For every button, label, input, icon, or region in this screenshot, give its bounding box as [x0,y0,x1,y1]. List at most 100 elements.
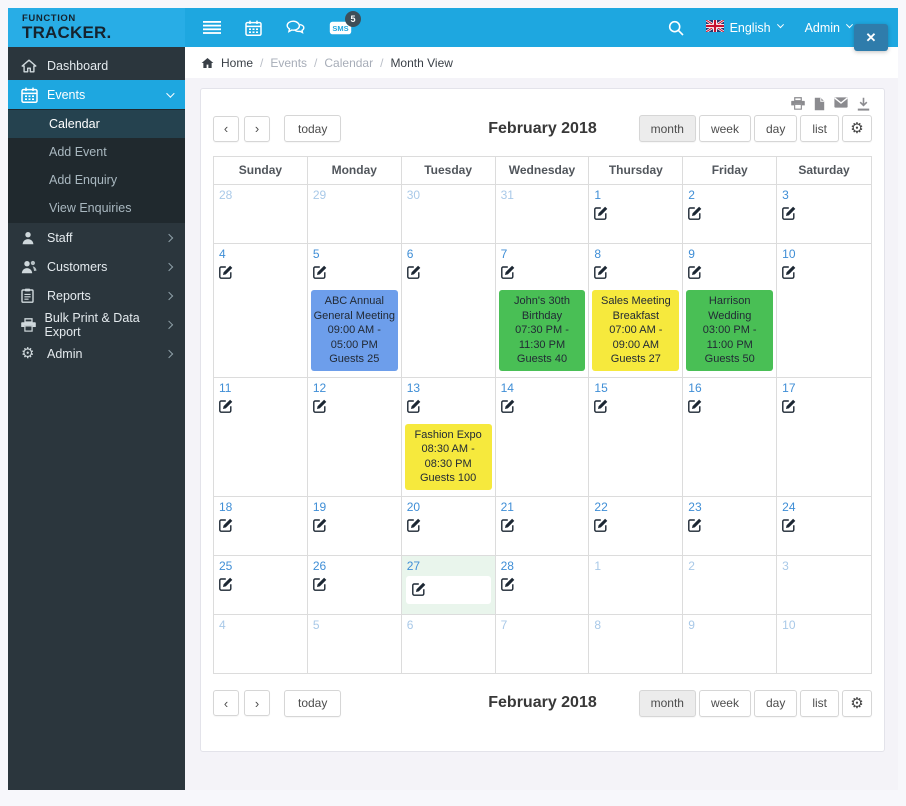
calendar-cell[interactable]: 6 [402,614,496,673]
calendar-cell[interactable]: 14 [496,377,590,496]
calendar-cell[interactable]: 1 [589,555,684,614]
sidebar-subitem-add-event[interactable]: Add Event [8,138,185,166]
calendar-cell[interactable]: 6 [402,244,496,377]
edit-event-icon[interactable] [782,399,796,413]
calendar-cell[interactable]: 7 [496,614,590,673]
sidebar-item-bulk-print-data-export[interactable]: Bulk Print & Data Export [8,310,185,339]
calendar-cell[interactable]: 5 [308,614,402,673]
prev-button[interactable]: ‹ [213,690,239,717]
menu-button[interactable] [203,21,221,34]
calendar-cell[interactable]: 10 [777,244,871,377]
calendar-cell[interactable]: 23 [683,496,778,555]
edit-event-icon[interactable] [312,518,327,532]
calendar-cell[interactable]: 17 [777,378,871,496]
edit-event-icon[interactable] [500,577,515,591]
sidebar-item-customers[interactable]: Customers [8,252,185,281]
calendar-cell[interactable]: 1 [589,185,684,243]
edit-event-icon[interactable] [500,399,515,413]
export-file-button[interactable] [814,97,825,111]
edit-event-icon[interactable] [688,265,702,279]
calendar-cell[interactable]: 4 [214,614,308,673]
view-button-day[interactable]: day [753,689,798,717]
search-button[interactable] [668,20,684,36]
view-button-week[interactable]: week [698,115,751,142]
calendar-cell[interactable]: 25 [214,555,308,614]
calendar-cell[interactable]: 3 [777,185,871,243]
breadcrumb-calendar[interactable]: Calendar [324,56,373,70]
sidebar-item-staff[interactable]: Staff [8,223,185,252]
settings-button[interactable]: ⚙ [842,115,872,142]
calendar-cell[interactable]: 19 [308,496,402,555]
email-button[interactable] [834,97,848,111]
calendar-cell[interactable]: 24 [777,497,871,555]
sidebar-subitem-add-enquiry[interactable]: Add Enquiry [8,166,185,194]
view-button-list[interactable]: list [800,115,839,142]
sidebar-item-dashboard[interactable]: Dashboard [8,51,185,80]
event-sales-meeting-breakfast[interactable]: Sales Meeting Breakfast 07:00 AM - 09:00 … [592,290,680,371]
breadcrumb-home[interactable]: Home [221,56,253,70]
today-button[interactable]: today [284,689,342,717]
next-button[interactable]: › [244,690,270,717]
view-button-day[interactable]: day [753,115,798,142]
calendar-cell[interactable]: 31 [496,185,590,243]
sms-button[interactable]: SMS 5 [329,10,361,36]
view-button-week[interactable]: week [698,689,751,717]
language-selector[interactable]: English [704,18,784,35]
settings-button[interactable]: ⚙ [842,689,872,717]
event-abc-annual-general-meeting[interactable]: ABC Annual General Meeting 09:00 AM - 05:… [310,290,398,371]
calendar-cell[interactable]: 28 [214,185,308,243]
calendar-cell[interactable]: 12 [308,377,402,496]
calendar-cell[interactable]: 16 [683,377,778,496]
app-logo[interactable]: FUNCTION TRACKER. [8,8,185,47]
admin-menu[interactable]: Admin [805,21,854,35]
calendar-cell[interactable]: 8 [589,614,684,673]
edit-event-icon[interactable] [219,265,233,279]
calendar-cell[interactable]: 11 [214,377,308,496]
calendar-cell[interactable]: 4 [214,244,308,377]
edit-event-icon[interactable] [782,518,796,532]
edit-event-icon[interactable] [688,399,702,413]
edit-event-icon[interactable] [219,399,233,413]
sidebar-item-reports[interactable]: Reports [8,281,185,310]
today-event-slot[interactable] [405,575,491,604]
edit-event-icon[interactable] [406,518,421,532]
edit-event-icon[interactable] [782,206,796,220]
calendar-cell[interactable]: 3 [777,556,871,614]
calendar-cell[interactable]: 2 [683,555,778,614]
calendar-cell[interactable]: 21 [496,496,590,555]
calendar-cell[interactable]: 2 [683,185,778,243]
edit-event-icon[interactable] [500,518,515,532]
edit-event-icon[interactable] [219,577,233,591]
calendar-cell[interactable]: 30 [402,185,496,243]
calendar-cell[interactable]: 29 [308,185,402,243]
edit-event-icon[interactable] [312,577,327,591]
edit-event-icon[interactable] [594,518,608,532]
event-harrison-wedding[interactable]: Harrison Wedding 03:00 PM - 11:00 PM Guest… [686,290,774,371]
calendar-cell[interactable]: 28 [496,555,590,614]
close-button[interactable]: ✕ [854,24,888,51]
edit-event-icon[interactable] [594,206,608,220]
calendar-cell[interactable]: 15 [589,377,684,496]
calendar-cell[interactable]: 20 [402,496,496,555]
edit-event-icon[interactable] [406,265,421,279]
calendar-cell[interactable]: 26 [308,555,402,614]
view-button-month[interactable]: month [638,115,696,142]
calendar-cell[interactable]: 9 [683,614,778,673]
edit-event-icon[interactable] [312,399,327,413]
calendar-cell[interactable]: 9 Harrison Wedding 03:00 PM - 11:00 PM Gues… [683,244,778,377]
sidebar-item-events[interactable]: Events [8,80,185,109]
edit-event-icon[interactable] [594,399,608,413]
calendar-cell[interactable]: 5 ABC Annual General Meeting 09:00 AM - 05… [308,244,402,377]
print-button[interactable] [791,97,805,111]
calendar-cell[interactable]: 8 Sales Meeting Breakfast 07:00 AM - 09:00… [589,244,684,377]
next-button[interactable]: › [244,115,270,142]
calendar-cell[interactable]: 7 John's 30th Birthday 07:30 PM - 11:30 PM… [496,244,590,377]
edit-event-icon[interactable] [594,265,608,279]
edit-event-icon[interactable] [688,518,702,532]
messages-button[interactable] [286,20,305,35]
event-fashion-expo[interactable]: Fashion Expo 08:30 AM - 08:30 PM Guests 10… [404,423,492,490]
view-button-list[interactable]: list [800,689,839,717]
breadcrumb-events[interactable]: Events [270,56,307,70]
sidebar-subitem-view-enquiries[interactable]: View Enquiries [8,194,185,222]
calendar-cell[interactable]: 13 Fashion Expo 08:30 AM - 08:30 PM Guests … [402,377,496,496]
